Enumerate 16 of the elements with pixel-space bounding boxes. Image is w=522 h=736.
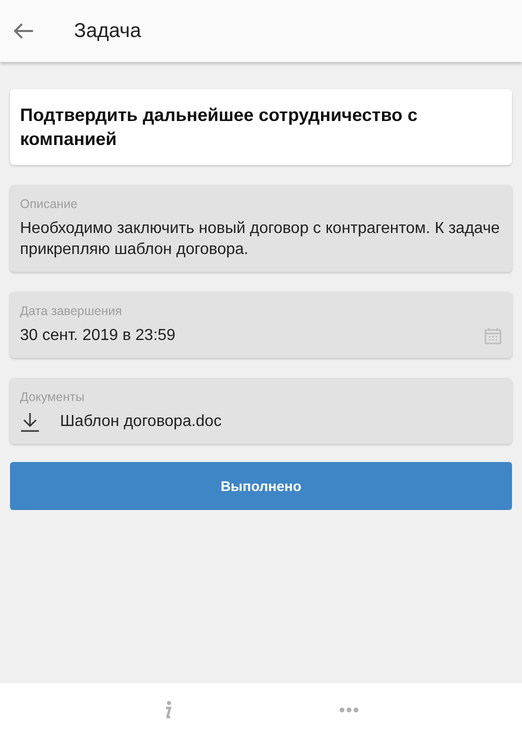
done-button[interactable]: Выполнено <box>10 462 512 510</box>
back-icon[interactable] <box>14 23 34 39</box>
info-icon[interactable] <box>163 700 173 720</box>
calendar-icon[interactable] <box>484 326 502 344</box>
field-label: Дата завершения <box>20 304 123 318</box>
field-value: 30 сент. 2019 в 23:59 <box>20 326 176 346</box>
download-icon[interactable] <box>20 412 40 432</box>
more-icon[interactable] <box>339 706 359 712</box>
screen-title: Задача <box>74 20 142 42</box>
task-title: Подтвердить дальнейшее сотрудничество с компанией <box>20 104 419 151</box>
field-label: Описание <box>20 197 79 211</box>
field-label: Документы <box>20 390 86 404</box>
field-card[interactable]: Дата завершения 30 сент. 2019 в 23:59 <box>10 292 512 358</box>
field-value: Необходимо заключить новый договор с контрагентом. К задаче прикрепляю шаблон договора. <box>20 219 501 260</box>
field-card[interactable]: Документы Шаблон договора.doc <box>10 378 512 444</box>
file-link[interactable]: Шаблон договора.doc <box>60 411 222 432</box>
